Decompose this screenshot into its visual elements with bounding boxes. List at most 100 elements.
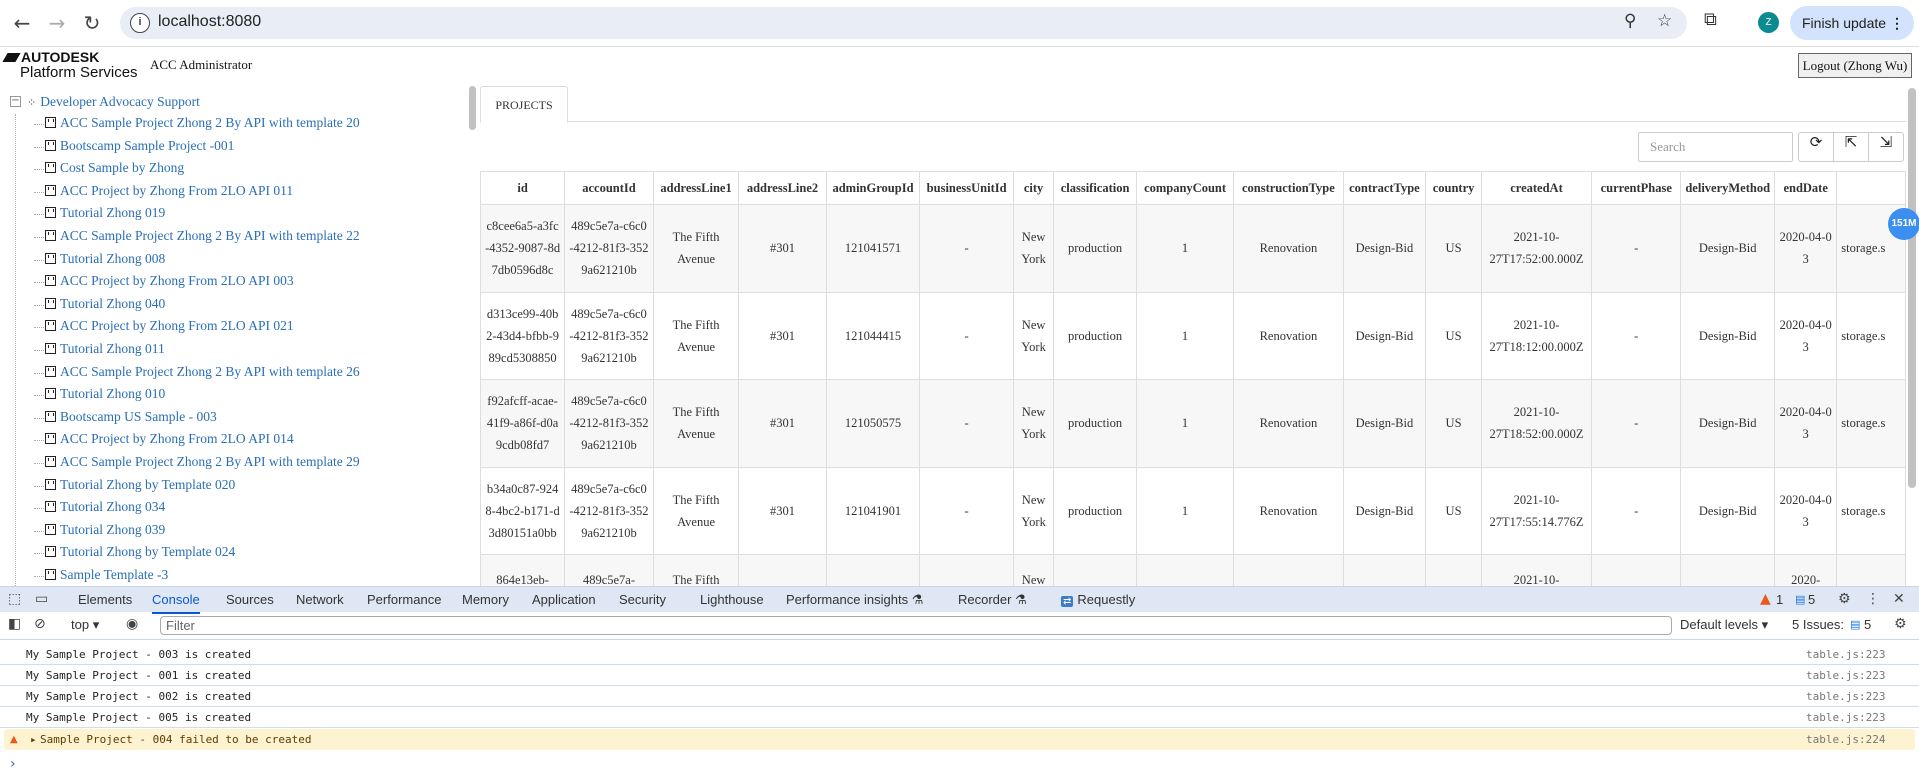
column-header[interactable]: endDate: [1774, 171, 1838, 205]
console-source-link[interactable]: table.js:223: [1806, 644, 1885, 665]
context-select[interactable]: top ▾: [71, 612, 99, 637]
column-header[interactable]: contractType: [1342, 171, 1427, 205]
zoom-icon[interactable]: ⚲: [1624, 11, 1636, 31]
collapse-icon[interactable]: −: [10, 96, 21, 107]
finish-update-button[interactable]: Finish update ⋮: [1790, 6, 1914, 40]
devtools-tab-elements[interactable]: Elements: [78, 587, 132, 612]
message-icon[interactable]: ▤: [1795, 587, 1805, 612]
forward-icon[interactable]: →: [45, 11, 69, 35]
tab-projects[interactable]: PROJECTS: [480, 86, 568, 123]
devtools-tab-console[interactable]: Console: [152, 587, 200, 614]
tree-project-item[interactable]: Sample Template -3: [34, 567, 168, 583]
tree-project-item[interactable]: ACC Sample Project Zhong 2 By API with t…: [34, 364, 360, 380]
column-header[interactable]: addressLine1: [652, 171, 740, 205]
console-log-entry[interactable]: ▲ ▸ Sample Project - 004 failed to be crea…: [4, 729, 1915, 750]
tree-scrollbar[interactable]: [469, 86, 476, 130]
console-log-entry[interactable]: My Sample Project - 005 is created table.…: [0, 707, 1919, 728]
console-source-link[interactable]: table.js:224: [1806, 729, 1885, 750]
tree-project-item[interactable]: Tutorial Zhong 039: [34, 522, 165, 538]
column-header[interactable]: classification: [1053, 171, 1137, 205]
tree-project-item[interactable]: Tutorial Zhong 019: [34, 205, 165, 221]
tree-project-item[interactable]: ACC Project by Zhong From 2LO API 021: [34, 318, 294, 334]
console-source-link[interactable]: table.js:223: [1806, 686, 1885, 707]
logout-button[interactable]: Logout (Zhong Wu): [1798, 53, 1912, 78]
refresh-icon[interactable]: ⟳: [1799, 133, 1834, 161]
column-header[interactable]: createdAt: [1480, 171, 1593, 205]
import-icon[interactable]: ⇲: [1869, 133, 1903, 161]
devtools-tab-lighthouse[interactable]: Lighthouse: [700, 587, 764, 612]
column-header[interactable]: deliveryMethod: [1680, 171, 1776, 205]
devtools-tab-security[interactable]: Security: [619, 587, 666, 612]
column-header[interactable]: addressLine2: [738, 171, 827, 205]
console-filter-input[interactable]: Filter: [160, 616, 1672, 635]
console-settings-icon[interactable]: ⚙: [1894, 612, 1907, 637]
issues-count[interactable]: 5: [1864, 612, 1871, 637]
tree-project-item[interactable]: Bootscamp Sample Project -001: [34, 138, 234, 154]
devtools-tab-performance-insights[interactable]: Performance insights ⚗: [786, 587, 923, 612]
message-count[interactable]: 5: [1808, 587, 1815, 612]
tree-project-item[interactable]: Tutorial Zhong 040: [34, 296, 165, 312]
live-expression-eye-icon[interactable]: ◉: [126, 612, 138, 637]
column-header[interactable]: currentPhase: [1591, 171, 1682, 205]
tree-project-item[interactable]: ACC Sample Project Zhong 2 By API with t…: [34, 228, 360, 244]
tree-project-item[interactable]: ACC Sample Project Zhong 2 By API with t…: [34, 454, 360, 470]
reload-icon[interactable]: ↻: [80, 11, 104, 35]
page-scrollbar[interactable]: [1908, 88, 1916, 488]
devtools-tab-recorder[interactable]: Recorder ⚗: [958, 587, 1027, 612]
close-devtools-icon[interactable]: ✕: [1893, 587, 1905, 612]
tree-project-item[interactable]: ACC Sample Project Zhong 2 By API with t…: [34, 115, 360, 131]
inspect-element-icon[interactable]: ⬚: [8, 587, 21, 612]
column-header[interactable]: accountId: [564, 171, 654, 205]
issues-label[interactable]: 5 Issues:: [1792, 612, 1844, 637]
devtools-tab-network[interactable]: Network: [296, 587, 344, 612]
column-header[interactable]: [1836, 171, 1906, 205]
column-header[interactable]: id: [480, 171, 566, 205]
column-header[interactable]: businessUnitId: [919, 171, 1014, 205]
clear-console-icon[interactable]: ⊘: [34, 612, 46, 637]
bookmark-star-icon[interactable]: ☆: [1657, 11, 1672, 31]
table-row[interactable]: f92afcff-acae-41f9-a86f-d0a9cdb08fd7 489c…: [480, 379, 1906, 468]
tree-project-item[interactable]: Tutorial Zhong 008: [34, 251, 165, 267]
console-prompt[interactable]: ›: [10, 756, 16, 772]
more-options-icon[interactable]: ⋮: [1866, 587, 1880, 612]
column-header[interactable]: constructionType: [1233, 171, 1344, 205]
extensions-icon[interactable]: ⧉: [1704, 9, 1717, 30]
search-input[interactable]: [1638, 132, 1793, 162]
column-header[interactable]: companyCount: [1135, 171, 1235, 205]
console-log-entry[interactable]: My Sample Project - 001 is created table.…: [0, 665, 1919, 686]
column-header[interactable]: country: [1425, 171, 1482, 205]
devtools-tab-requestly[interactable]: ⇄ Requestly: [1061, 587, 1135, 614]
more-menu-icon[interactable]: ⋮: [1890, 6, 1904, 40]
log-levels-dropdown[interactable]: Default levels ▾: [1680, 612, 1768, 637]
column-header[interactable]: adminGroupId: [825, 171, 921, 205]
tree-project-item[interactable]: Tutorial Zhong 010: [34, 386, 165, 402]
column-header[interactable]: city: [1012, 171, 1055, 205]
console-source-link[interactable]: table.js:223: [1806, 665, 1885, 686]
tree-root-hub[interactable]: ⁘ Developer Advocacy Support: [27, 94, 200, 110]
console-log-entry[interactable]: My Sample Project - 002 is created table.…: [0, 686, 1919, 707]
tree-project-item[interactable]: Tutorial Zhong by Template 024: [34, 544, 235, 560]
console-log-entry[interactable]: My Sample Project - 003 is created table.…: [0, 644, 1919, 665]
tree-project-item[interactable]: Bootscamp US Sample - 003: [34, 409, 217, 425]
profile-avatar[interactable]: Z: [1758, 12, 1779, 33]
devtools-tab-sources[interactable]: Sources: [226, 587, 274, 612]
export-icon[interactable]: ⇱: [1834, 133, 1869, 161]
device-toolbar-icon[interactable]: ▭: [35, 587, 48, 612]
tree-project-item[interactable]: ACC Project by Zhong From 2LO API 014: [34, 431, 294, 447]
tree-project-item[interactable]: ACC Project by Zhong From 2LO API 011: [34, 183, 293, 199]
address-bar[interactable]: i localhost:8080 ⚲ ☆: [120, 7, 1687, 39]
expand-triangle-icon[interactable]: ▸: [30, 729, 37, 750]
back-icon[interactable]: ←: [10, 11, 34, 35]
settings-gear-icon[interactable]: ⚙: [1838, 587, 1851, 612]
tree-project-item[interactable]: Tutorial Zhong 034: [34, 499, 165, 515]
devtools-tab-performance[interactable]: Performance: [367, 587, 441, 612]
site-info-icon[interactable]: i: [130, 13, 150, 33]
table-row[interactable]: d313ce99-40b2-43d4-bfbb-989cd5308850 489c…: [480, 291, 1906, 380]
table-row[interactable]: b34a0c87-9248-4bc2-b171-d3d80151a0bb 489c…: [480, 466, 1906, 555]
devtools-tab-application[interactable]: Application: [532, 587, 596, 612]
devtools-tab-memory[interactable]: Memory: [462, 587, 509, 612]
table-row[interactable]: c8cee6a5-a3fc-4352-9087-8d7db0596d8c 489c…: [480, 204, 1906, 293]
console-source-link[interactable]: table.js:223: [1806, 707, 1885, 728]
url-text[interactable]: localhost:8080: [158, 13, 261, 31]
warning-count[interactable]: 1: [1776, 587, 1783, 612]
